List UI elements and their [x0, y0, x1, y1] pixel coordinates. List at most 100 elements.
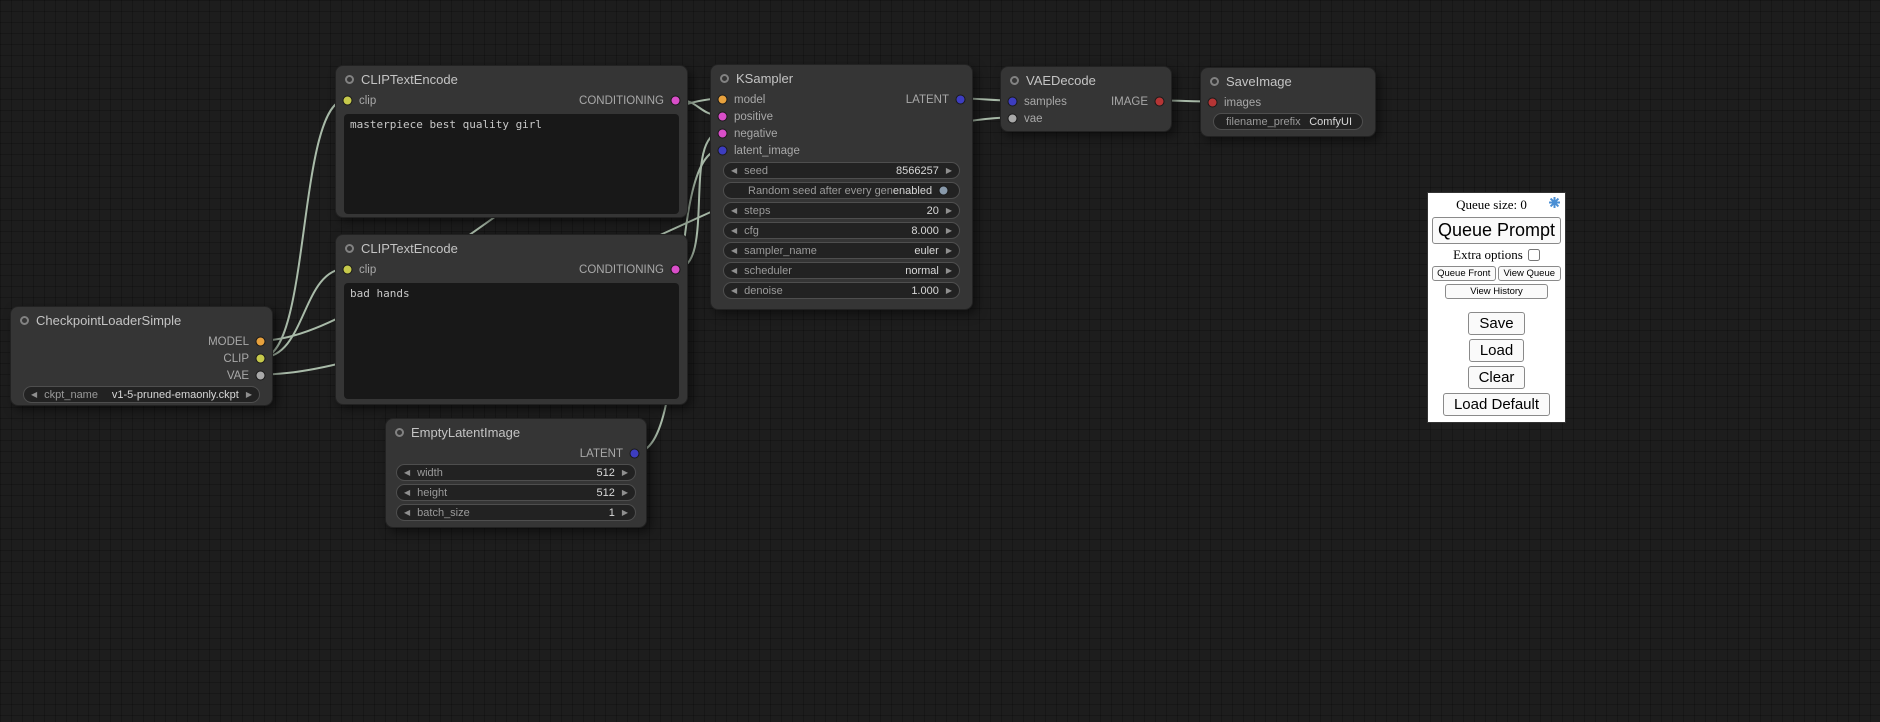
node-title-bar[interactable]: VAEDecode: [1001, 67, 1171, 93]
port-row: clip CONDITIONING: [336, 92, 687, 109]
samples-input-port[interactable]: [1007, 96, 1018, 107]
node-ksampler[interactable]: KSampler model LATENT positive negative …: [710, 64, 973, 310]
decrement-arrow-icon[interactable]: ◀: [731, 247, 737, 255]
scheduler-widget[interactable]: ◀ scheduler normal ▶: [723, 262, 960, 279]
latent-output-port[interactable]: [955, 94, 966, 105]
widget-label: steps: [744, 205, 770, 217]
increment-arrow-icon[interactable]: ▶: [622, 509, 628, 517]
random-seed-toggle-widget[interactable]: Random seed after every gen enabled: [723, 182, 960, 199]
seed-widget[interactable]: ◀ seed 8566257 ▶: [723, 162, 960, 179]
node-collapse-icon[interactable]: [20, 316, 29, 325]
model-output-port[interactable]: [255, 336, 266, 347]
node-collapse-icon[interactable]: [345, 75, 354, 84]
node-title-bar[interactable]: CLIPTextEncode: [336, 235, 687, 261]
node-collapse-icon[interactable]: [395, 428, 404, 437]
queue-buttons-row: Queue Front View Queue: [1432, 266, 1561, 281]
toggle-on-icon[interactable]: [938, 185, 949, 196]
latent-image-input-port[interactable]: [717, 145, 728, 156]
height-widget[interactable]: ◀ height 512 ▶: [396, 484, 636, 501]
denoise-widget[interactable]: ◀ denoise 1.000 ▶: [723, 282, 960, 299]
vae-input-port[interactable]: [1007, 113, 1018, 124]
width-widget[interactable]: ◀ width 512 ▶: [396, 464, 636, 481]
output-label: CLIP: [223, 353, 249, 365]
node-checkpoint-loader-simple[interactable]: CheckpointLoaderSimple MODEL CLIP VAE ◀ …: [10, 306, 273, 406]
batch-size-widget[interactable]: ◀ batch_size 1 ▶: [396, 504, 636, 521]
increment-arrow-icon[interactable]: ▶: [946, 227, 952, 235]
node-empty-latent-image[interactable]: EmptyLatentImage LATENT ◀ width 512 ▶ ◀ …: [385, 418, 647, 528]
decrement-arrow-icon[interactable]: ◀: [404, 469, 410, 477]
decrement-arrow-icon[interactable]: ◀: [731, 267, 737, 275]
decrement-arrow-icon[interactable]: ◀: [731, 207, 737, 215]
increment-arrow-icon[interactable]: ▶: [246, 391, 252, 399]
node-save-image[interactable]: SaveImage images filename_prefix ComfyUI: [1200, 67, 1376, 137]
extra-options-checkbox[interactable]: [1528, 249, 1540, 261]
clear-button[interactable]: Clear: [1468, 366, 1526, 389]
negative-input-port[interactable]: [717, 128, 728, 139]
node-title-bar[interactable]: KSampler: [711, 65, 972, 91]
decrement-arrow-icon[interactable]: ◀: [731, 227, 737, 235]
queue-prompt-button[interactable]: Queue Prompt: [1432, 217, 1561, 244]
positive-input-port[interactable]: [717, 111, 728, 122]
clip-input-port[interactable]: [342, 264, 353, 275]
decrement-arrow-icon[interactable]: ◀: [731, 287, 737, 295]
node-collapse-icon[interactable]: [1010, 76, 1019, 85]
save-button[interactable]: Save: [1468, 312, 1524, 335]
increment-arrow-icon[interactable]: ▶: [946, 287, 952, 295]
decrement-arrow-icon[interactable]: ◀: [731, 167, 737, 175]
increment-arrow-icon[interactable]: ▶: [946, 167, 952, 175]
steps-widget[interactable]: ◀ steps 20 ▶: [723, 202, 960, 219]
ckpt-name-widget[interactable]: ◀ ckpt_name v1-5-pruned-emaonly.ckpt ▶: [23, 386, 260, 403]
output-label: VAE: [227, 370, 249, 382]
filename-prefix-widget[interactable]: filename_prefix ComfyUI: [1213, 113, 1363, 130]
node-clip-text-encode-negative[interactable]: CLIPTextEncode clip CONDITIONING bad han…: [335, 234, 688, 405]
decrement-arrow-icon[interactable]: ◀: [404, 489, 410, 497]
port-row: MODEL: [11, 333, 272, 350]
node-collapse-icon[interactable]: [720, 74, 729, 83]
increment-arrow-icon[interactable]: ▶: [622, 469, 628, 477]
node-clip-text-encode-positive[interactable]: CLIPTextEncode clip CONDITIONING masterp…: [335, 65, 688, 218]
node-vae-decode[interactable]: VAEDecode samples IMAGE vae: [1000, 66, 1172, 132]
widget-label: batch_size: [417, 507, 470, 519]
conditioning-output-port[interactable]: [670, 95, 681, 106]
cfg-widget[interactable]: ◀ cfg 8.000 ▶: [723, 222, 960, 239]
queue-front-button[interactable]: Queue Front: [1432, 266, 1496, 281]
node-title-bar[interactable]: SaveImage: [1201, 68, 1375, 94]
port-row: images: [1201, 94, 1375, 111]
node-title: VAEDecode: [1026, 73, 1096, 88]
port-row: samples IMAGE: [1001, 93, 1171, 110]
widget-value: enabled: [893, 185, 932, 197]
view-queue-button[interactable]: View Queue: [1498, 266, 1562, 281]
extra-options-label: Extra options: [1453, 247, 1523, 263]
load-default-button[interactable]: Load Default: [1443, 393, 1550, 416]
clip-output-port[interactable]: [255, 353, 266, 364]
load-button[interactable]: Load: [1469, 339, 1524, 362]
sampler-name-widget[interactable]: ◀ sampler_name euler ▶: [723, 242, 960, 259]
port-row: positive: [711, 108, 972, 125]
node-collapse-icon[interactable]: [1210, 77, 1219, 86]
decrement-arrow-icon[interactable]: ◀: [31, 391, 37, 399]
positive-prompt-textarea[interactable]: masterpiece best quality girl: [344, 114, 679, 214]
decrement-arrow-icon[interactable]: ◀: [404, 509, 410, 517]
images-input-port[interactable]: [1207, 97, 1218, 108]
port-row: latent_image: [711, 142, 972, 159]
widget-label: Random seed after every gen: [748, 185, 893, 197]
increment-arrow-icon[interactable]: ▶: [946, 267, 952, 275]
conditioning-output-port[interactable]: [670, 264, 681, 275]
latent-output-port[interactable]: [629, 448, 640, 459]
settings-gear-icon[interactable]: [1548, 196, 1561, 213]
node-collapse-icon[interactable]: [345, 244, 354, 253]
negative-prompt-textarea[interactable]: bad hands: [344, 283, 679, 399]
node-title-bar[interactable]: CLIPTextEncode: [336, 66, 687, 92]
model-input-port[interactable]: [717, 94, 728, 105]
increment-arrow-icon[interactable]: ▶: [946, 207, 952, 215]
comfy-menu-panel: Queue size: 0 Queue Prompt Extra options…: [1427, 192, 1566, 423]
clip-input-port[interactable]: [342, 95, 353, 106]
view-history-button[interactable]: View History: [1445, 284, 1548, 299]
node-title-bar[interactable]: CheckpointLoaderSimple: [11, 307, 272, 333]
node-title-bar[interactable]: EmptyLatentImage: [386, 419, 646, 445]
node-title: CheckpointLoaderSimple: [36, 313, 181, 328]
increment-arrow-icon[interactable]: ▶: [622, 489, 628, 497]
image-output-port[interactable]: [1154, 96, 1165, 107]
vae-output-port[interactable]: [255, 370, 266, 381]
increment-arrow-icon[interactable]: ▶: [946, 247, 952, 255]
